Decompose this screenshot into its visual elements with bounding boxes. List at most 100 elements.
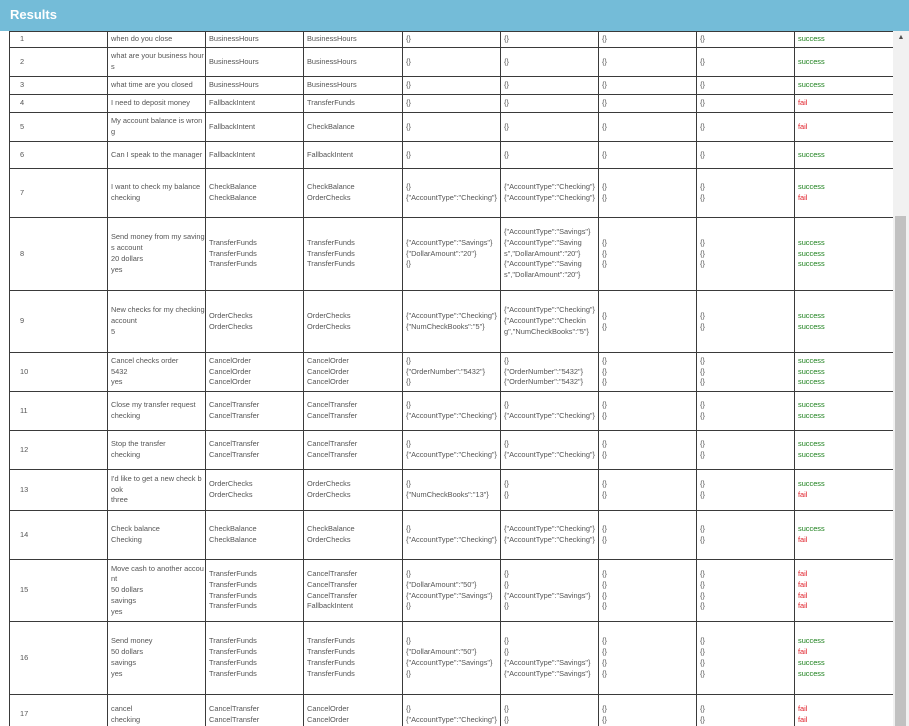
actual-slots-cell: {} {"AccountType":"Checking"} xyxy=(500,430,599,470)
row-number-cell: 4 xyxy=(9,94,108,113)
scroll-up-arrow-icon[interactable]: ▲ xyxy=(893,33,909,43)
row-number-cell: 13 xyxy=(9,469,108,511)
expected-intent-cell: TransferFunds TransferFunds TransferFund… xyxy=(205,559,304,622)
slot-cell-7-cell: {} {} xyxy=(598,168,697,218)
status-cell: fail xyxy=(794,94,893,113)
slot-cell-7-cell: {} {} xyxy=(598,430,697,470)
slot-cell-7-cell: {} xyxy=(598,31,697,48)
status-label: success xyxy=(798,56,825,66)
utterance-cell: Move cash to another account 50 dollars … xyxy=(107,559,206,622)
slot-cell-8-cell: {} xyxy=(696,31,795,48)
slot-cell-7-cell: {} {} xyxy=(598,694,697,726)
expected-slots-cell: {} xyxy=(402,31,501,48)
status-label: success xyxy=(798,182,825,192)
status-label: fail xyxy=(798,490,808,499)
utterance-cell: Cancel checks order 5432 yes xyxy=(107,352,206,392)
results-table-body: 1 when do you close BusinessHours BusinessH… xyxy=(9,31,893,726)
expected-slots-cell: {} xyxy=(402,141,501,169)
row-number-cell: 6 xyxy=(9,141,108,169)
actual-slots-cell: {} {} xyxy=(500,469,599,511)
status-label: fail xyxy=(798,121,808,131)
actual-slots-cell: {} xyxy=(500,31,599,48)
status-label: success xyxy=(798,450,825,459)
expected-intent-cell: FallbackIntent xyxy=(205,112,304,142)
status-label: success xyxy=(798,237,825,247)
expected-intent-cell: TransferFunds TransferFunds TransferFund… xyxy=(205,621,304,695)
status-label: fail xyxy=(798,98,808,108)
status-cell: fail fail xyxy=(794,694,893,726)
status-cell: success success success xyxy=(794,217,893,291)
table-row: 10 Cancel checks order 5432 yes CancelOrde… xyxy=(9,352,893,392)
row-number-cell: 11 xyxy=(9,391,108,431)
vertical-scrollbar[interactable]: ▲ xyxy=(893,31,909,726)
expected-slots-cell: {} xyxy=(402,47,501,77)
utterance-cell: I want to check my balance checking xyxy=(107,168,206,218)
slot-cell-7-cell: {} {} {} {} xyxy=(598,559,697,622)
slot-cell-7-cell: {} xyxy=(598,94,697,113)
slot-cell-8-cell: {} {} xyxy=(696,168,795,218)
actual-intent-cell: CancelOrder CancelOrder xyxy=(303,694,403,726)
actual-intent-cell: CheckBalance OrderChecks xyxy=(303,510,403,560)
row-number-cell: 3 xyxy=(9,76,108,95)
results-title: Results xyxy=(10,7,57,22)
status-label: success xyxy=(798,355,825,365)
actual-intent-cell: OrderChecks OrderChecks xyxy=(303,290,403,353)
row-number-cell: 15 xyxy=(9,559,108,622)
slot-cell-7-cell: {} xyxy=(598,141,697,169)
expected-slots-cell: {"AccountType":"Savings"} {"DollarAmount… xyxy=(402,217,501,291)
actual-slots-cell: {} {"AccountType":"Checking"} xyxy=(500,391,599,431)
expected-slots-cell: {} xyxy=(402,112,501,142)
status-label: success xyxy=(798,479,825,489)
status-cell: success fail xyxy=(794,469,893,511)
table-row: 7I want to check my balance checking Chec… xyxy=(9,168,893,218)
status-label: fail xyxy=(798,193,808,202)
actual-intent-cell: CancelTransfer CancelTransfer xyxy=(303,391,403,431)
row-number-cell: 16 xyxy=(9,621,108,695)
scrollbar-thumb[interactable] xyxy=(895,216,906,726)
slot-cell-8-cell: {} {} {} {} xyxy=(696,559,795,622)
actual-slots-cell: {} {} {"AccountType":"Savings"} {} xyxy=(500,559,599,622)
table-row: 3 what time are you closed BusinessHours Bu… xyxy=(9,76,893,95)
expected-intent-cell: CancelOrder CancelOrder CancelOrder xyxy=(205,352,304,392)
slot-cell-8-cell: {} xyxy=(696,76,795,95)
status-label: success xyxy=(798,400,825,410)
expected-intent-cell: CheckBalance CheckBalance xyxy=(205,510,304,560)
slot-cell-7-cell: {} xyxy=(598,112,697,142)
utterance-cell: I need to deposit money xyxy=(107,94,206,113)
table-row: 11 Close my transfer request checking Canc… xyxy=(9,391,893,431)
actual-intent-cell: BusinessHours xyxy=(303,47,403,77)
utterance-cell: Send money 50 dollars savings yes xyxy=(107,621,206,695)
utterance-cell: what are your business hours xyxy=(107,47,206,77)
slot-cell-7-cell: {} {} xyxy=(598,469,697,511)
status-label: fail xyxy=(798,535,808,544)
status-label: fail xyxy=(798,703,808,713)
actual-slots-cell: {} xyxy=(500,76,599,95)
row-number-cell: 8 xyxy=(9,217,108,291)
status-cell: success success xyxy=(794,391,893,431)
status-cell: success fail xyxy=(794,168,893,218)
expected-slots-cell: {} {"AccountType":"Checking"} xyxy=(402,168,501,218)
row-number-cell: 2 xyxy=(9,47,108,77)
status-label: fail xyxy=(798,568,808,578)
status-cell: success xyxy=(794,141,893,169)
actual-intent-cell: OrderChecks OrderChecks xyxy=(303,469,403,511)
table-row: 13 I'd like to get a new check book three… xyxy=(9,469,893,511)
actual-slots-cell: {"AccountType":"Checking"} {"AccountType… xyxy=(500,510,599,560)
slot-cell-8-cell: {} {} xyxy=(696,469,795,511)
expected-intent-cell: CancelTransfer CancelTransfer xyxy=(205,391,304,431)
actual-intent-cell: TransferFunds TransferFunds TransferFund… xyxy=(303,217,403,291)
expected-slots-cell: {} {"DollarAmount":"50"} {"AccountType":… xyxy=(402,621,501,695)
status-cell: success success xyxy=(794,290,893,353)
status-label: success xyxy=(798,149,825,159)
status-label: success xyxy=(798,248,825,258)
slot-cell-8-cell: {} {} xyxy=(696,290,795,353)
actual-slots-cell: {} xyxy=(500,94,599,113)
status-label: success xyxy=(798,34,825,44)
results-viewport[interactable]: 1 when do you close BusinessHours BusinessH… xyxy=(0,31,893,726)
utterance-cell: what time are you closed xyxy=(107,76,206,95)
row-number-cell: 1 xyxy=(9,31,108,48)
table-row: 8 Send money from my savings account 20 d… xyxy=(9,217,893,291)
status-label: success xyxy=(798,658,825,667)
row-number-cell: 17 xyxy=(9,694,108,726)
status-label: fail xyxy=(798,647,808,657)
